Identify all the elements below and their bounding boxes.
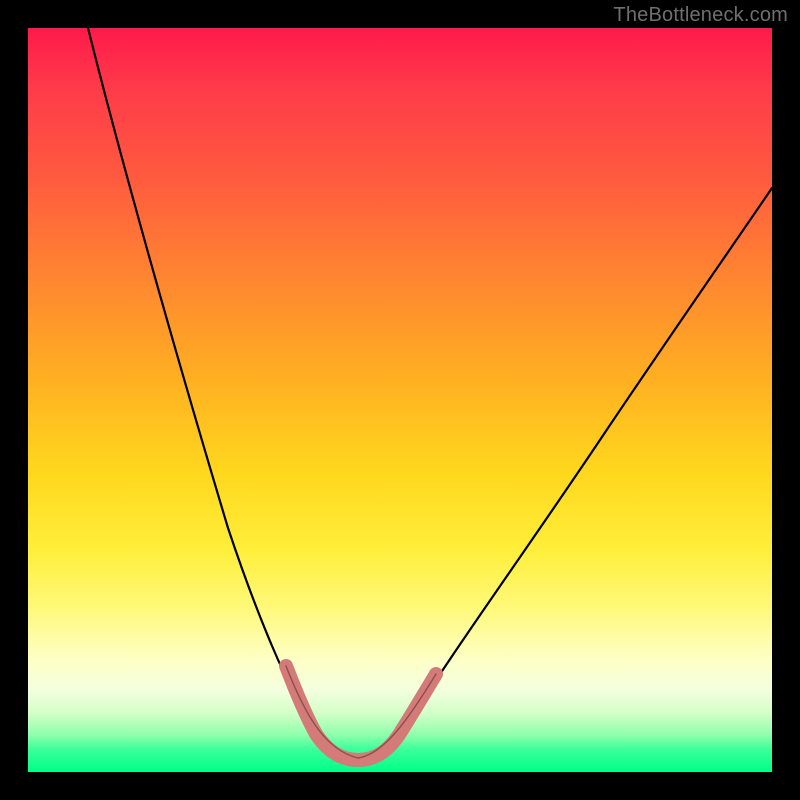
highlight-trough <box>316 730 402 760</box>
watermark-text: TheBottleneck.com <box>613 4 788 27</box>
curve-layer <box>28 28 772 772</box>
plot-area <box>28 28 772 772</box>
bottleneck-curve <box>88 28 772 758</box>
chart-frame: TheBottleneck.com <box>0 0 800 800</box>
